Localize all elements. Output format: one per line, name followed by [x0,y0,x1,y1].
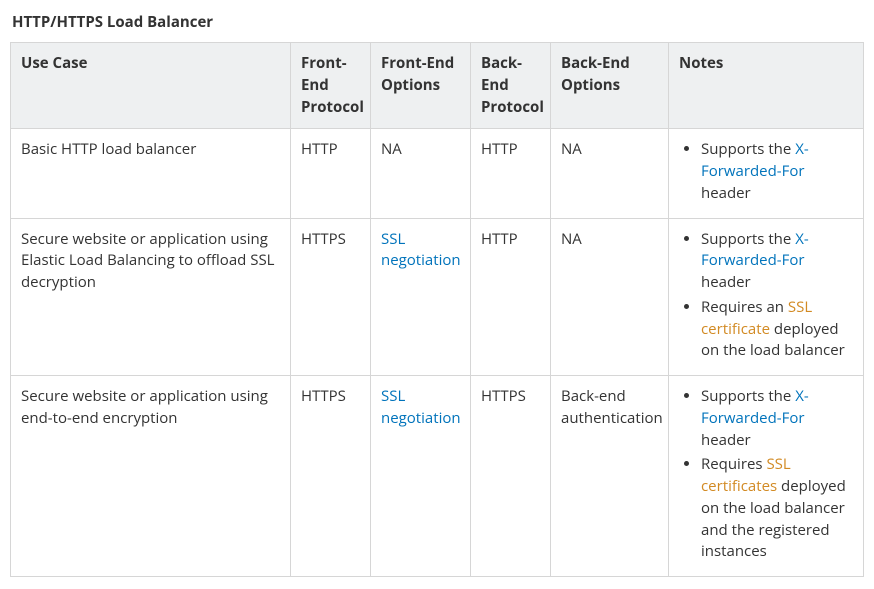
cell-fe-protocol: HTTP [291,129,371,218]
cell-be-protocol: HTTPS [471,376,551,577]
note-link[interactable]: X-Forwarded-For [701,139,809,181]
col-be-protocol: Back-End Protocol [471,43,551,129]
table-header-row: Use Case Front-End Protocol Front-End Op… [11,43,864,129]
col-fe-protocol: Front-End Protocol [291,43,371,129]
notes-item: Supports the X-Forwarded-For header [701,386,853,451]
notes-list: Supports the X-Forwarded-For headerRequi… [679,229,853,363]
fe-options-link[interactable]: SSL negotiation [381,386,461,428]
note-link[interactable]: X-Forwarded-For [701,229,809,271]
cell-fe-options: SSL negotiation [371,376,471,577]
cell-notes: Supports the X-Forwarded-For header [669,129,864,218]
fe-options-link[interactable]: SSL negotiation [381,229,461,271]
col-notes: Notes [669,43,864,129]
cell-be-options: Back-end authentication [551,376,669,577]
col-use-case: Use Case [11,43,291,129]
table-row: Secure website or application using Elas… [11,218,864,376]
cell-use-case: Secure website or application using end-… [11,376,291,577]
cell-use-case: Basic HTTP load balancer [11,129,291,218]
notes-item: Supports the X-Forwarded-For header [701,229,853,294]
col-fe-options: Front-End Options [371,43,471,129]
notes-list: Supports the X-Forwarded-For header [679,139,853,204]
cell-use-case: Secure website or application using Elas… [11,218,291,376]
cell-be-protocol: HTTP [471,129,551,218]
cell-be-options: NA [551,129,669,218]
table-row: Basic HTTP load balancerHTTPNAHTTPNASupp… [11,129,864,218]
note-link[interactable]: SSL certificates [701,454,791,496]
load-balancer-table: Use Case Front-End Protocol Front-End Op… [10,42,864,577]
cell-fe-options: NA [371,129,471,218]
notes-item: Requires an SSL certificate deployed on … [701,297,853,362]
notes-list: Supports the X-Forwarded-For headerRequi… [679,386,853,563]
cell-fe-protocol: HTTPS [291,218,371,376]
col-be-options: Back-End Options [551,43,669,129]
cell-fe-protocol: HTTPS [291,376,371,577]
note-link[interactable]: SSL certificate [701,297,812,339]
cell-notes: Supports the X-Forwarded-For headerRequi… [669,218,864,376]
cell-be-options: NA [551,218,669,376]
cell-notes: Supports the X-Forwarded-For headerRequi… [669,376,864,577]
note-link[interactable]: X-Forwarded-For [701,386,809,428]
section-title: HTTP/HTTPS Load Balancer [12,12,864,32]
notes-item: Supports the X-Forwarded-For header [701,139,853,204]
cell-be-protocol: HTTP [471,218,551,376]
cell-fe-options: SSL negotiation [371,218,471,376]
table-row: Secure website or application using end-… [11,376,864,577]
notes-item: Requires SSL certificates deployed on th… [701,454,853,563]
